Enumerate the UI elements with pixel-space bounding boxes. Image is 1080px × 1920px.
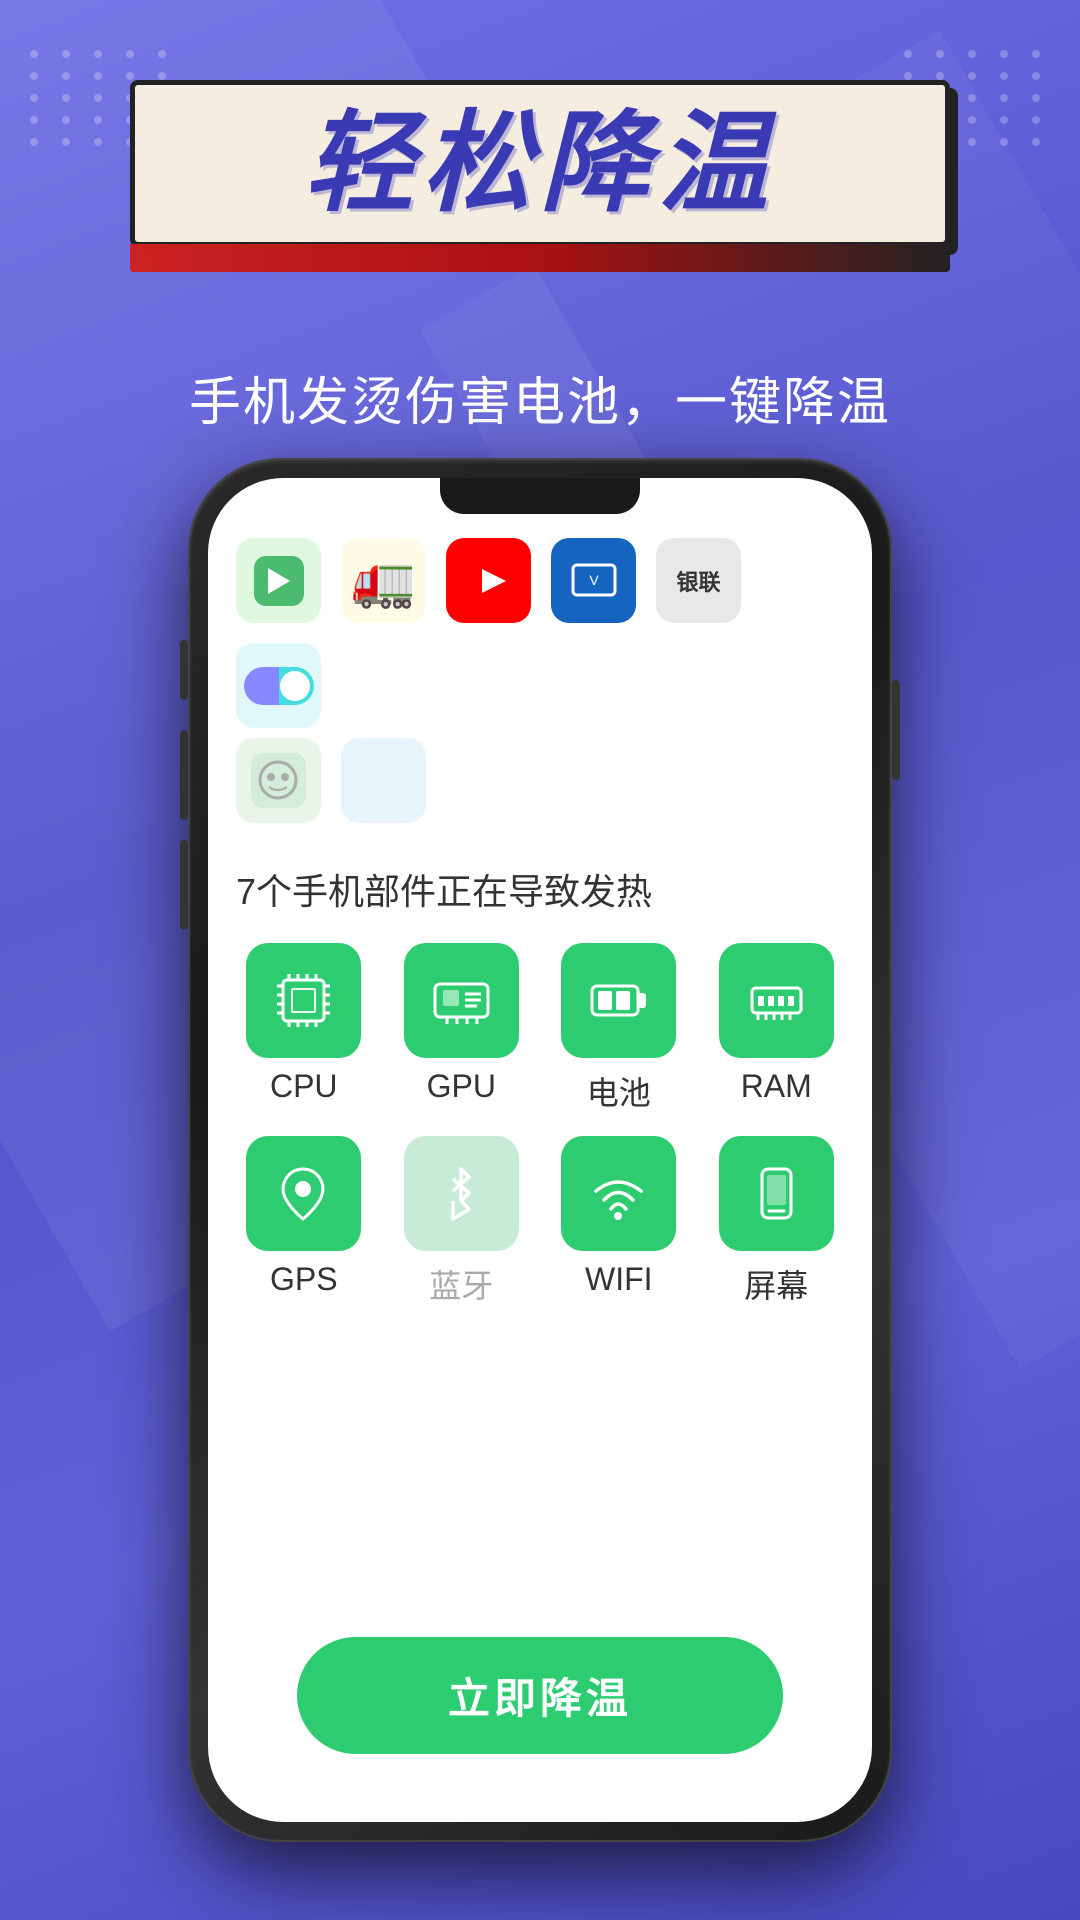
ram-icon-box — [719, 943, 834, 1058]
action-button[interactable]: 立即降温 — [297, 1637, 783, 1754]
heating-warning-text: 7个手机部件正在导致发热 — [236, 843, 844, 943]
component-wifi: WIFI — [551, 1136, 687, 1307]
app-icon-3 — [446, 538, 531, 623]
banner-box: 轻松降温 — [130, 80, 950, 247]
cpu-icon-box — [246, 943, 361, 1058]
screen-label: 屏幕 — [744, 1261, 808, 1307]
phone-wrapper: 🚛 V 银联 — [190, 460, 890, 1840]
app-icon-7 — [236, 738, 321, 823]
wifi-label: WIFI — [585, 1261, 653, 1298]
power-button — [892, 680, 900, 780]
component-battery: 电池 — [551, 943, 687, 1114]
volume-down-button — [180, 840, 188, 930]
mute-button — [180, 640, 188, 700]
battery-icon-box — [561, 943, 676, 1058]
spacer — [236, 1327, 844, 1637]
gps-label: GPS — [270, 1261, 338, 1298]
gpu-icon-box — [404, 943, 519, 1058]
banner-title: 轻松降温 — [304, 102, 776, 225]
gps-icon-box — [246, 1136, 361, 1251]
wifi-icon-box — [561, 1136, 676, 1251]
component-gps: GPS — [236, 1136, 372, 1307]
app-icon-6 — [236, 643, 321, 728]
component-grid: CPU — [236, 943, 844, 1327]
svg-text:V: V — [589, 572, 599, 588]
screen-content: 🚛 V 银联 — [208, 478, 872, 1822]
screen-icon-box — [719, 1136, 834, 1251]
banner-bar — [130, 244, 950, 272]
phone-shell: 🚛 V 银联 — [190, 460, 890, 1840]
bluetooth-icon-box — [404, 1136, 519, 1251]
subtitle: 手机发烫伤害电池，一键降温 — [90, 360, 990, 435]
cpu-label: CPU — [270, 1068, 338, 1105]
component-bluetooth: 蓝牙 — [394, 1136, 530, 1307]
gpu-label: GPU — [427, 1068, 496, 1105]
bluetooth-label: 蓝牙 — [429, 1261, 493, 1307]
phone-screen: 🚛 V 银联 — [208, 478, 872, 1822]
component-ram: RAM — [709, 943, 845, 1114]
volume-up-button — [180, 730, 188, 820]
battery-label: 电池 — [587, 1068, 651, 1114]
app-icon-5: 银联 — [656, 538, 741, 623]
app-icon-1 — [236, 538, 321, 623]
app-icon-4: V — [551, 538, 636, 623]
component-gpu: GPU — [394, 943, 530, 1114]
app-icon-2: 🚛 — [341, 538, 426, 623]
component-screen: 屏幕 — [709, 1136, 845, 1307]
component-cpu: CPU — [236, 943, 372, 1114]
app-icon-8 — [341, 738, 426, 823]
apps-row-2 — [236, 738, 844, 843]
phone-notch — [440, 478, 640, 514]
apps-row: 🚛 V 银联 — [236, 528, 844, 748]
ram-label: RAM — [741, 1068, 812, 1105]
title-banner: 轻松降温 — [130, 80, 950, 272]
